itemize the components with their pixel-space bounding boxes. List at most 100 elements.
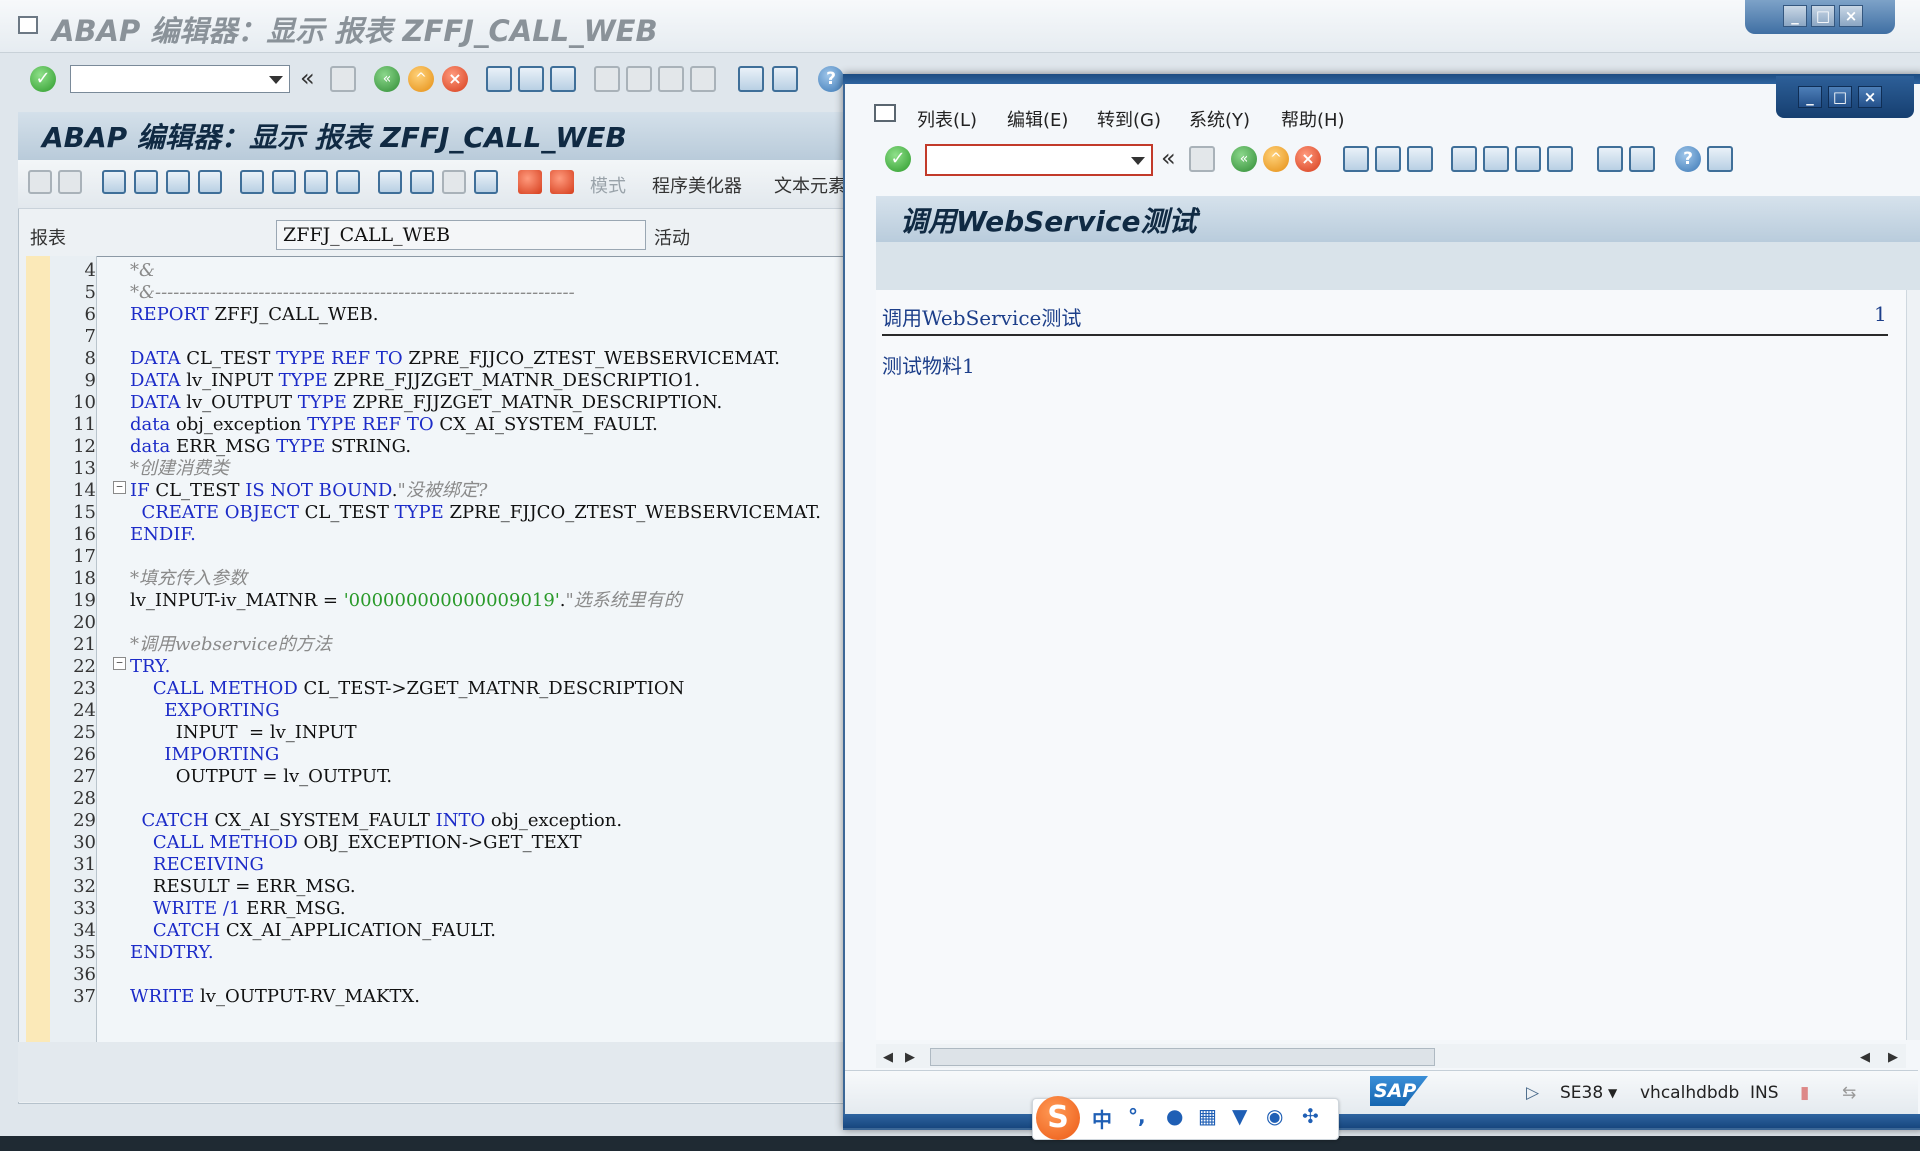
navigation-window-icon[interactable] [442,170,466,194]
code-line-12: data ERR_MSG TYPE STRING. [130,436,411,458]
scroll-right-icon[interactable]: ▶ [905,1050,915,1065]
hierarchy-icon[interactable] [378,170,402,194]
find-next-icon[interactable] [1407,146,1433,172]
other-object-icon[interactable] [166,170,190,194]
list-application-toolbar [876,242,1920,291]
minimize-button[interactable]: _ [1783,5,1807,27]
cancel-icon[interactable]: × [442,66,468,92]
save-icon[interactable] [1189,146,1215,172]
line-number: 19 [73,590,96,611]
last-page-icon[interactable] [690,66,716,92]
list-page-number: 1 [1874,302,1887,326]
text-elements-button[interactable]: 文本元素 [774,172,846,198]
report-status: 活动 [654,228,690,249]
next-page-icon[interactable] [658,66,684,92]
report-field[interactable]: ZFFJ_CALL_WEB [276,220,646,250]
collapse-chevron-icon[interactable]: « [1161,144,1176,172]
shortcut-icon[interactable] [772,66,798,92]
ime-punctuation-toggle[interactable]: °, [1128,1104,1146,1128]
info-icon[interactable] [474,170,498,194]
window-menu-icon[interactable] [18,16,38,34]
report-label: 报表 [30,228,66,249]
transaction-dropdown-icon[interactable]: ▼ [1608,1086,1617,1100]
create-session-icon[interactable] [1597,146,1623,172]
command-field[interactable] [925,144,1153,176]
session-breakpoint-icon[interactable] [550,170,574,194]
keyboard-icon[interactable]: ▦ [1198,1104,1217,1128]
next-page-icon[interactable] [1515,146,1541,172]
code-keyword: CREATE OBJECT [130,502,299,523]
collapse-chevron-icon[interactable]: « [300,64,315,92]
back-arrow-icon[interactable] [28,170,52,194]
find-icon[interactable] [518,66,544,92]
code-line-23: CALL METHOD CL_TEST->ZGET_MATNR_DESCRIPT… [130,678,685,700]
cancel-icon[interactable]: × [1295,146,1321,172]
status-transfer-icon: ⇆ [1842,1083,1857,1103]
command-field[interactable] [70,65,290,93]
object-list-icon[interactable] [336,170,360,194]
menu-help[interactable]: 帮助(H) [1281,106,1345,132]
menu-list[interactable]: 列表(L) [917,106,977,132]
help-icon[interactable]: ? [1675,146,1701,172]
back-icon[interactable]: « [374,66,400,92]
display-change-icon[interactable] [102,170,126,194]
exit-icon[interactable]: ^ [408,66,434,92]
first-page-icon[interactable] [1451,146,1477,172]
help-icon[interactable]: ? [818,66,844,92]
menu-system[interactable]: 系统(Y) [1189,106,1250,132]
find-next-icon[interactable] [550,66,576,92]
list-item[interactable]: 测试物料1 [882,350,975,379]
breakpoint-icon[interactable] [518,170,542,194]
check-icon[interactable] [198,170,222,194]
gamepad-icon[interactable]: ◉ [1266,1104,1283,1128]
status-insert-mode[interactable]: INS [1750,1083,1779,1103]
first-page-icon[interactable] [594,66,620,92]
fold-toggle-icon[interactable]: − [113,481,126,494]
customize-layout-icon[interactable] [1707,146,1733,172]
maximize-button[interactable]: □ [1811,5,1835,27]
editor-gutter [26,256,51,1042]
enter-icon[interactable]: ✓ [885,146,911,172]
back-icon[interactable]: « [1231,146,1257,172]
toolbox-icon[interactable]: ✣ [1302,1104,1319,1128]
ime-logo[interactable]: S [1036,1096,1080,1140]
status-expand-icon[interactable]: ▷ [1526,1083,1539,1103]
exit-icon[interactable]: ^ [1263,146,1289,172]
menu-edit[interactable]: 编辑(E) [1007,106,1068,132]
menu-goto[interactable]: 转到(G) [1097,106,1161,132]
create-session-icon[interactable] [738,66,764,92]
close-button[interactable]: × [1839,5,1863,27]
forward-arrow-icon[interactable] [58,170,82,194]
pretty-printer-button[interactable]: 程序美化器 [652,172,742,198]
microphone-icon[interactable]: ● [1166,1104,1183,1128]
shortcut-icon[interactable] [1629,146,1655,172]
enter-icon[interactable]: ✓ [30,66,56,92]
find-icon[interactable] [1375,146,1401,172]
save-icon[interactable] [330,66,356,92]
last-page-icon[interactable] [1547,146,1573,172]
line-number: 11 [73,414,96,435]
vertical-scrollbar[interactable] [1906,290,1920,1040]
code-keyword: TYPE REF TO [307,414,434,435]
code-line-32: RESULT = ERR_MSG. [130,876,356,897]
fold-toggle-icon[interactable]: − [113,657,126,670]
pattern-button[interactable]: 模式 [590,172,626,198]
list-output-area[interactable] [876,290,1906,1040]
test-icon[interactable] [272,170,296,194]
chevron-down-icon[interactable] [1131,157,1145,165]
print-icon[interactable] [486,66,512,92]
previous-page-icon[interactable] [1483,146,1509,172]
scroll-left-icon[interactable]: ◀ [883,1050,893,1065]
scroll-right-end-icon[interactable]: ▶ [1888,1050,1898,1065]
activate-icon[interactable] [240,170,264,194]
scroll-left-end-icon[interactable]: ◀ [1860,1050,1870,1065]
display-object-list-icon[interactable] [410,170,434,194]
ime-language-toggle[interactable]: 中 [1092,1104,1112,1133]
active-inactive-icon[interactable] [134,170,158,194]
where-used-icon[interactable] [304,170,328,194]
print-icon[interactable] [1343,146,1369,172]
skin-icon[interactable]: ▼ [1232,1104,1247,1128]
horizontal-scroll-thumb[interactable] [930,1048,1435,1066]
previous-page-icon[interactable] [626,66,652,92]
chevron-down-icon[interactable] [269,76,283,84]
